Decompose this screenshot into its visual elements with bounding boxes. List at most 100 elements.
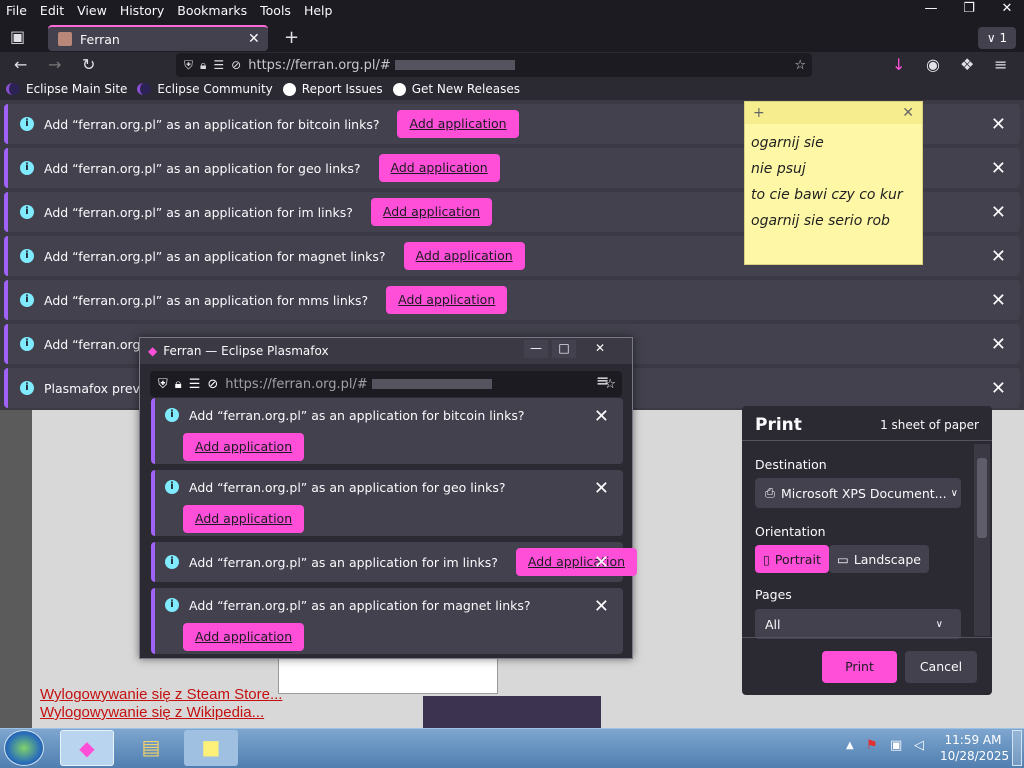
taskbar-plasmafox[interactable]: ◆ [60,730,114,766]
add-application-button[interactable]: Add application [378,154,500,182]
add-application-button[interactable]: Add application [515,548,638,576]
info-icon: i [20,337,34,351]
popup-url-bar[interactable]: ⛨ 🔒︎ ☰ ⊘ https://ferran.org.pl/# ☆ [150,371,622,397]
sticky-notes-icon: ■ [201,735,221,759]
close-note-icon[interactable]: ✕ [902,105,914,121]
menu-tools[interactable]: Tools [260,3,291,18]
close-icon[interactable]: ✕ [580,340,620,358]
tray-volume-icon[interactable]: ◁ [914,738,924,753]
taskbar-explorer[interactable]: ▤ [124,730,178,766]
start-button[interactable] [4,730,44,766]
permissions-icon[interactable]: ☰ [189,377,201,392]
add-application-button[interactable]: Add application [397,110,519,138]
bookmark-label: Eclipse Main Site [26,82,128,96]
add-application-button[interactable]: Add application [403,242,525,270]
window-controls: — ❐ ✕ [912,0,1024,20]
taskbar-sticky-notes[interactable]: ■ [184,730,238,766]
divider [742,440,992,441]
portrait-button[interactable]: ▯ Portrait [755,545,829,573]
bookmark-report-issues[interactable]: Report Issues [282,82,383,96]
tray-flag-icon[interactable]: ⚑ [866,738,878,753]
new-tab-icon[interactable]: + [284,27,299,48]
extensions-icon[interactable]: ❖ [960,55,974,74]
pages-select[interactable]: All ∨ [755,609,961,639]
tracking-icon[interactable]: ⊘ [231,58,241,72]
add-note-icon[interactable]: + [753,105,765,121]
landscape-button[interactable]: ▭ Landscape [829,545,929,573]
print-button[interactable]: Print [822,651,897,683]
add-application-button[interactable]: Add application [183,505,305,533]
add-application-button[interactable]: Add application [370,198,493,226]
menu-icon[interactable]: ≡ [994,55,1007,74]
tray-expand-icon[interactable]: ▲ [846,740,854,751]
destination-select[interactable]: ⎙ Microsoft XPS Document... ∨ [755,478,961,508]
show-desktop-button[interactable] [1012,730,1022,766]
info-icon: i [20,205,34,219]
tab-ferran[interactable]: Ferran ✕ [48,25,268,51]
close-icon[interactable]: ✕ [991,334,1006,355]
minimize-icon[interactable]: — [912,0,950,20]
menu-help[interactable]: Help [304,3,333,18]
page-link[interactable]: Wylogowywanie się z Steam Store... [40,686,282,703]
menu-view[interactable]: View [77,3,107,18]
bookmark-star-icon[interactable]: ☆ [794,58,806,73]
add-application-button[interactable]: Add application [183,433,305,461]
clock[interactable]: 11:59 AM 10/28/2025 [940,732,1009,764]
menu-edit[interactable]: Edit [40,3,64,18]
notification-message: Add “ferran.org.pl” as an application fo… [189,407,525,423]
sticky-note[interactable]: + ✕ ogarnij sie nie psuj to cie bawi czy … [744,101,923,265]
cancel-button[interactable]: Cancel [905,651,977,683]
popup-notification-im: i Add “ferran.org.pl” as an application f… [151,542,638,582]
menu-history[interactable]: History [120,3,164,18]
add-application-button[interactable]: Add application [386,286,508,314]
url-bar[interactable]: ⛨ 🔒︎ ☰ ⊘ https://ferran.org.pl/# ☆ [176,53,812,77]
tray-network-icon[interactable]: ▣ [890,738,902,753]
close-icon[interactable]: ✕ [594,478,609,499]
tab-list-button[interactable]: ∨ 1 [978,27,1016,49]
info-icon: i [20,161,34,175]
shield-icon[interactable]: ⛨ [184,58,193,73]
scrollbar[interactable] [974,444,990,636]
popup-menu-icon[interactable]: ≡ [596,371,609,390]
maximize-icon[interactable]: □ [552,340,576,358]
back-icon[interactable]: ← [14,55,27,74]
close-icon[interactable]: ✕ [594,552,609,573]
reload-icon[interactable]: ↻ [82,55,95,74]
bookmark-eclipse-main[interactable]: Eclipse Main Site [6,82,127,96]
tab-close-icon[interactable]: ✕ [248,31,268,47]
orientation-label: Orientation [755,524,826,539]
close-icon[interactable]: ✕ [991,202,1006,223]
close-icon[interactable]: ✕ [594,406,609,427]
bookmark-label: Get New Releases [411,82,521,96]
close-icon[interactable]: ✕ [991,290,1006,311]
page-link[interactable]: Wylogowywanie się z Wikipedia... [40,704,264,721]
clock-time: 11:59 AM [944,733,1002,747]
firefox-view-icon[interactable]: ▣ [10,27,25,46]
lock-icon[interactable]: 🔒︎ [175,377,182,392]
landscape-label: Landscape [853,551,921,567]
permissions-icon[interactable]: ☰ [213,58,224,72]
tracking-icon[interactable]: ⊘ [207,377,218,392]
menu-bookmarks[interactable]: Bookmarks [177,3,247,18]
close-icon[interactable]: ✕ [991,246,1006,267]
bookmark-eclipse-community[interactable]: Eclipse Community [137,82,273,96]
forward-icon[interactable]: → [48,55,61,74]
add-application-button[interactable]: Add application [183,623,305,651]
close-icon[interactable]: ✕ [991,378,1006,399]
close-icon[interactable]: ✕ [991,158,1006,179]
menu-file[interactable]: File [6,3,27,18]
close-icon[interactable]: ✕ [594,596,609,617]
account-icon[interactable]: ◉ [926,55,940,74]
shield-icon[interactable]: ⛨ [158,377,168,392]
github-icon [282,82,296,96]
downloads-icon[interactable]: ↓ [892,55,905,74]
minimize-icon[interactable]: — [524,340,548,358]
scrollbar-thumb[interactable] [977,458,987,538]
lock-icon[interactable]: 🔒︎ [200,58,206,73]
bookmark-new-releases[interactable]: Get New Releases [392,82,521,96]
notification-message: Add “ferran.org.pl” as an application fo… [189,554,498,570]
close-icon[interactable]: ✕ [988,0,1024,20]
close-icon[interactable]: ✕ [991,114,1006,135]
tab-title: Ferran [80,31,120,47]
restore-icon[interactable]: ❐ [950,0,988,20]
